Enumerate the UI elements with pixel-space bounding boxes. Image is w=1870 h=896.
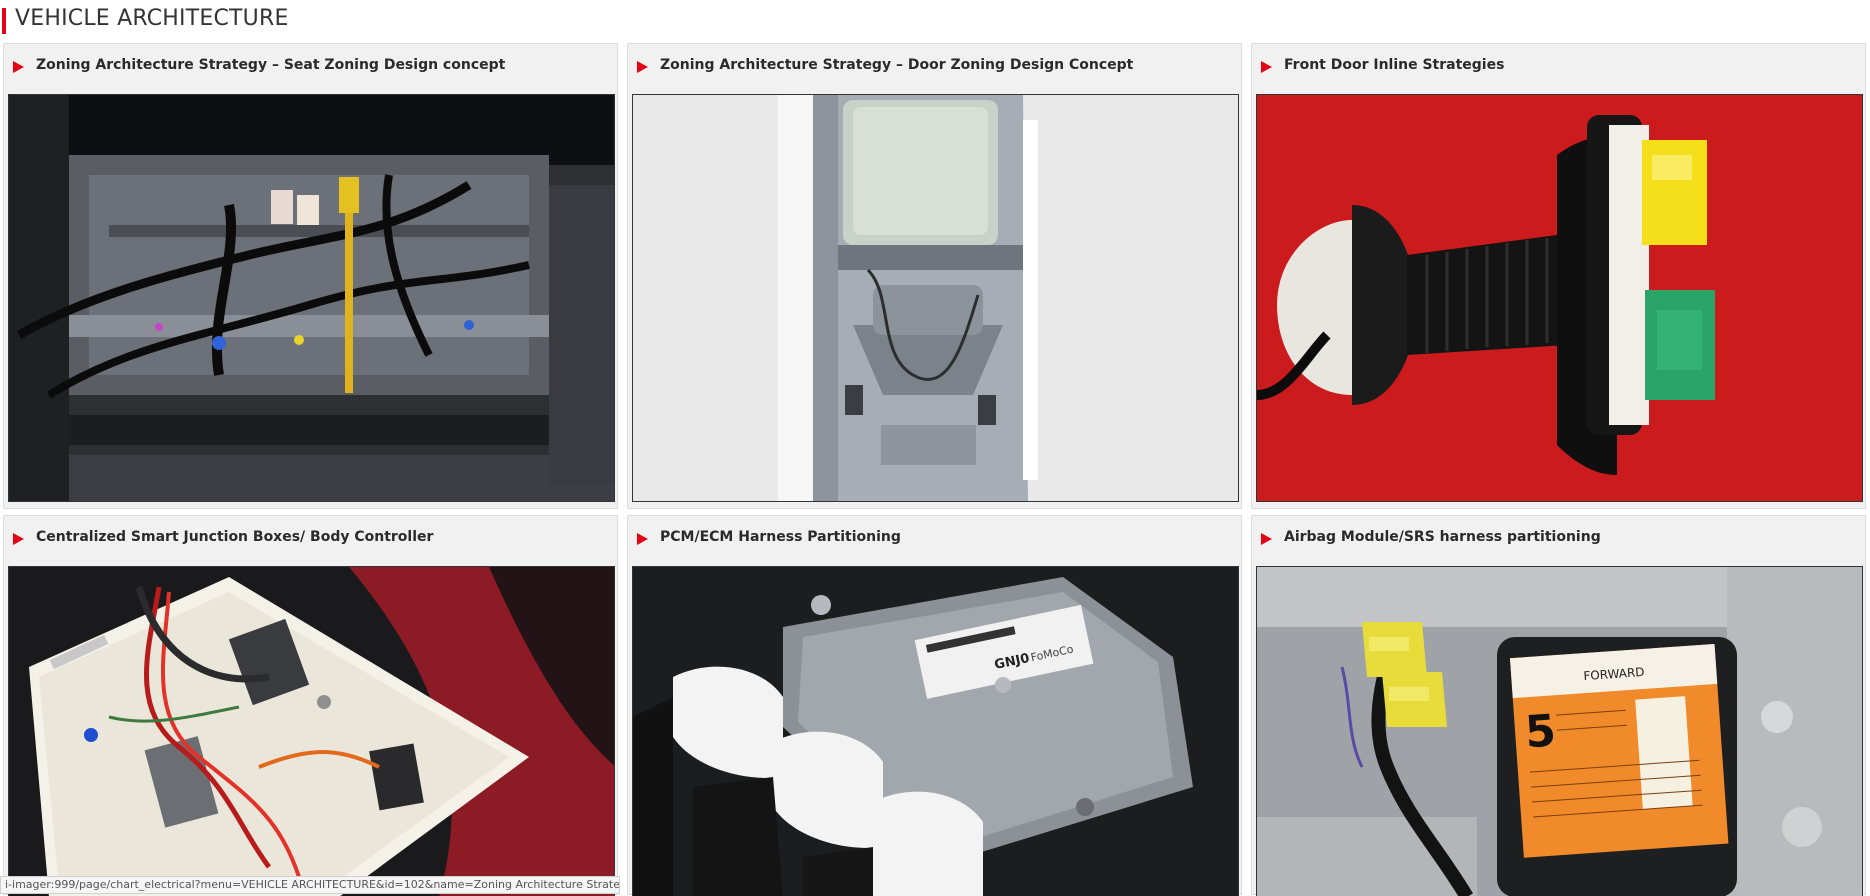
triangle-right-icon [637,61,648,73]
card-title[interactable]: Centralized Smart Junction Boxes/ Body C… [36,529,433,545]
card-title[interactable]: Zoning Architecture Strategy – Seat Zoni… [36,57,505,73]
card-grid: Zoning Architecture Strategy – Seat Zoni… [3,43,1869,896]
triangle-right-icon [637,533,648,545]
triangle-right-icon [13,533,24,545]
card-image-door-grommet[interactable] [1256,94,1863,502]
card-image-seat-harness[interactable] [8,94,615,502]
card-seat-zoning[interactable]: Zoning Architecture Strategy – Seat Zoni… [3,43,618,509]
title-accent-bar [2,8,6,34]
card-title[interactable]: Airbag Module/SRS harness partitioning [1284,529,1601,545]
card-image-airbag-module[interactable]: FORWARD 5 [1256,566,1863,896]
card-title[interactable]: PCM/ECM Harness Partitioning [660,529,901,545]
browser-status-bar-url: i-imager:999/page/chart_electrical?menu=… [0,876,620,894]
card-title[interactable]: Front Door Inline Strategies [1284,57,1504,73]
card-airbag-srs[interactable]: Airbag Module/SRS harness partitioning F… [1251,515,1866,896]
card-image-ecm[interactable]: GNJ0 FoMoCo [632,566,1239,896]
card-pcm-ecm[interactable]: PCM/ECM Harness Partitioning GNJ0 FoMoCo [627,515,1242,896]
card-title[interactable]: Zoning Architecture Strategy – Door Zoni… [660,57,1133,73]
triangle-right-icon [13,61,24,73]
page-title: VEHICLE ARCHITECTURE [15,6,289,31]
card-image-door-panel[interactable] [632,94,1239,502]
triangle-right-icon [1261,61,1272,73]
triangle-right-icon [1261,533,1272,545]
page-header: VEHICLE ARCHITECTURE [0,0,1870,40]
card-image-junction-box[interactable] [8,566,615,896]
card-smart-junction-box[interactable]: Centralized Smart Junction Boxes/ Body C… [3,515,618,896]
card-front-door-inline[interactable]: Front Door Inline Strategies [1251,43,1866,509]
card-door-zoning[interactable]: Zoning Architecture Strategy – Door Zoni… [627,43,1242,509]
airbag-number: 5 [1523,705,1557,758]
